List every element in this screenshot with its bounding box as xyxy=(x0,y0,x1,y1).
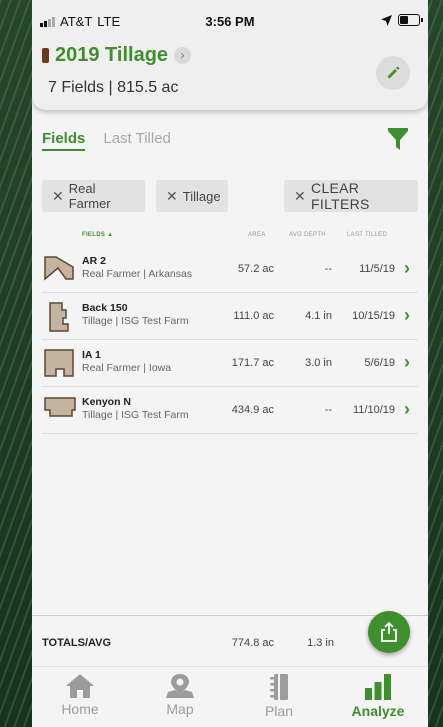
share-icon xyxy=(381,622,397,642)
field-name: IA 1 xyxy=(82,349,101,361)
field-avg-depth: 3.0 in xyxy=(305,357,332,369)
filter-chip-tillage[interactable]: ✕ Tillage xyxy=(156,180,228,212)
table-row[interactable]: Back 150 Tillage | ISG Test Farm 111.0 a… xyxy=(42,293,418,340)
plan-color-chip xyxy=(42,48,49,63)
field-subtitle: Tillage | ISG Test Farm xyxy=(82,315,189,327)
filter-chip-real-farmer[interactable]: ✕ Real Farmer xyxy=(42,180,145,212)
battery-icon xyxy=(398,14,423,26)
field-last-tilled: 5/6/19 xyxy=(364,357,395,369)
field-shape-icon xyxy=(49,302,69,332)
plan-title[interactable]: 2019 Tillage › xyxy=(42,44,192,67)
share-button[interactable] xyxy=(368,611,410,653)
close-icon[interactable]: ✕ xyxy=(52,188,64,205)
field-area: 434.9 ac xyxy=(231,404,274,416)
nav-label: Analyze xyxy=(351,703,405,719)
field-shape-icon xyxy=(44,349,74,377)
phone-screen: AT&T LTE 3:56 PM 2019 Tillage › 7 Fields… xyxy=(32,0,428,727)
totals-avg-depth: 1.3 in xyxy=(307,637,334,649)
chevron-right-icon[interactable]: › xyxy=(404,305,410,326)
location-arrow-icon xyxy=(381,14,392,26)
nav-home[interactable]: Home xyxy=(40,673,120,717)
close-icon[interactable]: ✕ xyxy=(166,188,178,205)
fields-table: FIELDS ▲ AREA AVG DEPTH LAST TILLED AR 2… xyxy=(42,226,418,434)
edit-plan-button[interactable] xyxy=(376,56,410,90)
plan-header: AT&T LTE 3:56 PM 2019 Tillage › 7 Fields… xyxy=(32,0,428,110)
field-area: 57.2 ac xyxy=(237,263,274,275)
view-tabs: Fields Last Tilled xyxy=(42,130,171,151)
filter-chip-label: Real Farmer xyxy=(68,181,111,211)
table-row[interactable]: AR 2 Real Farmer | Arkansas 57.2 ac -- 1… xyxy=(42,246,418,293)
plan-name: 2019 Tillage xyxy=(55,44,169,66)
table-header: FIELDS ▲ AREA AVG DEPTH LAST TILLED xyxy=(42,226,418,246)
chevron-right-icon[interactable]: › xyxy=(404,399,410,420)
column-header-avg-depth[interactable]: AVG DEPTH xyxy=(289,232,326,238)
field-last-tilled: 10/15/19 xyxy=(352,310,395,322)
filter-chip-label: Tillage xyxy=(182,188,221,204)
notebook-icon xyxy=(270,674,288,700)
chevron-right-icon[interactable]: › xyxy=(404,258,410,279)
table-row[interactable]: IA 1 Real Farmer | Iowa 171.7 ac 3.0 in … xyxy=(42,340,418,387)
field-shape-icon xyxy=(44,256,74,281)
nav-label: Map xyxy=(166,701,194,717)
tab-fields[interactable]: Fields xyxy=(42,130,86,151)
pencil-icon xyxy=(388,66,400,78)
map-pin-icon xyxy=(166,674,194,698)
field-avg-depth: -- xyxy=(324,404,332,416)
filter-icon[interactable] xyxy=(388,128,408,155)
totals-row: TOTALS/AVG 774.8 ac 1.3 in xyxy=(32,615,428,668)
chevron-right-icon[interactable]: › xyxy=(174,47,192,64)
status-right xyxy=(381,14,423,26)
column-header-area[interactable]: AREA xyxy=(248,232,266,238)
totals-label: TOTALS/AVG xyxy=(42,637,112,649)
field-subtitle: Real Farmer | Arkansas xyxy=(82,268,193,280)
tab-last-tilled[interactable]: Last Tilled xyxy=(103,130,171,151)
field-subtitle: Real Farmer | Iowa xyxy=(82,362,172,374)
home-icon xyxy=(66,674,94,698)
totals-area: 774.8 ac xyxy=(231,637,274,649)
close-icon: ✕ xyxy=(294,187,307,204)
field-name: AR 2 xyxy=(82,255,106,267)
field-name: Kenyon N xyxy=(82,396,132,408)
nav-label: Plan xyxy=(264,703,294,719)
nav-label: Home xyxy=(61,701,99,717)
clear-filters-button[interactable]: ✕ CLEAR FILTERS xyxy=(284,180,418,212)
column-header-last-tilled[interactable]: LAST TILLED xyxy=(347,232,387,238)
field-shape-icon xyxy=(44,397,76,417)
field-avg-depth: 4.1 in xyxy=(305,310,332,322)
nav-plan[interactable]: Plan xyxy=(239,673,319,719)
field-last-tilled: 11/10/19 xyxy=(352,404,395,416)
bar-chart-icon xyxy=(365,674,391,700)
field-last-tilled: 11/5/19 xyxy=(359,263,395,275)
plan-summary: 7 Fields | 815.5 ac xyxy=(48,79,179,96)
column-header-fields[interactable]: FIELDS ▲ xyxy=(82,232,113,238)
status-bar: AT&T LTE 3:56 PM xyxy=(40,14,423,34)
field-name: Back 150 xyxy=(82,302,128,314)
nav-map[interactable]: Map xyxy=(140,673,220,717)
clear-filters-label: CLEAR FILTERS xyxy=(311,180,370,212)
field-area: 111.0 ac xyxy=(233,310,274,322)
table-row[interactable]: Kenyon N Tillage | ISG Test Farm 434.9 a… xyxy=(42,387,418,434)
filter-chips: ✕ Real Farmer ✕ Tillage ✕ CLEAR FILTERS xyxy=(42,180,418,212)
chevron-right-icon[interactable]: › xyxy=(404,352,410,373)
bottom-nav: Home Map Plan Analyze xyxy=(32,666,428,727)
status-time: 3:56 PM xyxy=(205,14,255,29)
field-avg-depth: -- xyxy=(324,263,332,275)
nav-analyze[interactable]: Analyze xyxy=(338,673,418,719)
field-subtitle: Tillage | ISG Test Farm xyxy=(82,409,189,421)
field-area: 171.7 ac xyxy=(231,357,274,369)
